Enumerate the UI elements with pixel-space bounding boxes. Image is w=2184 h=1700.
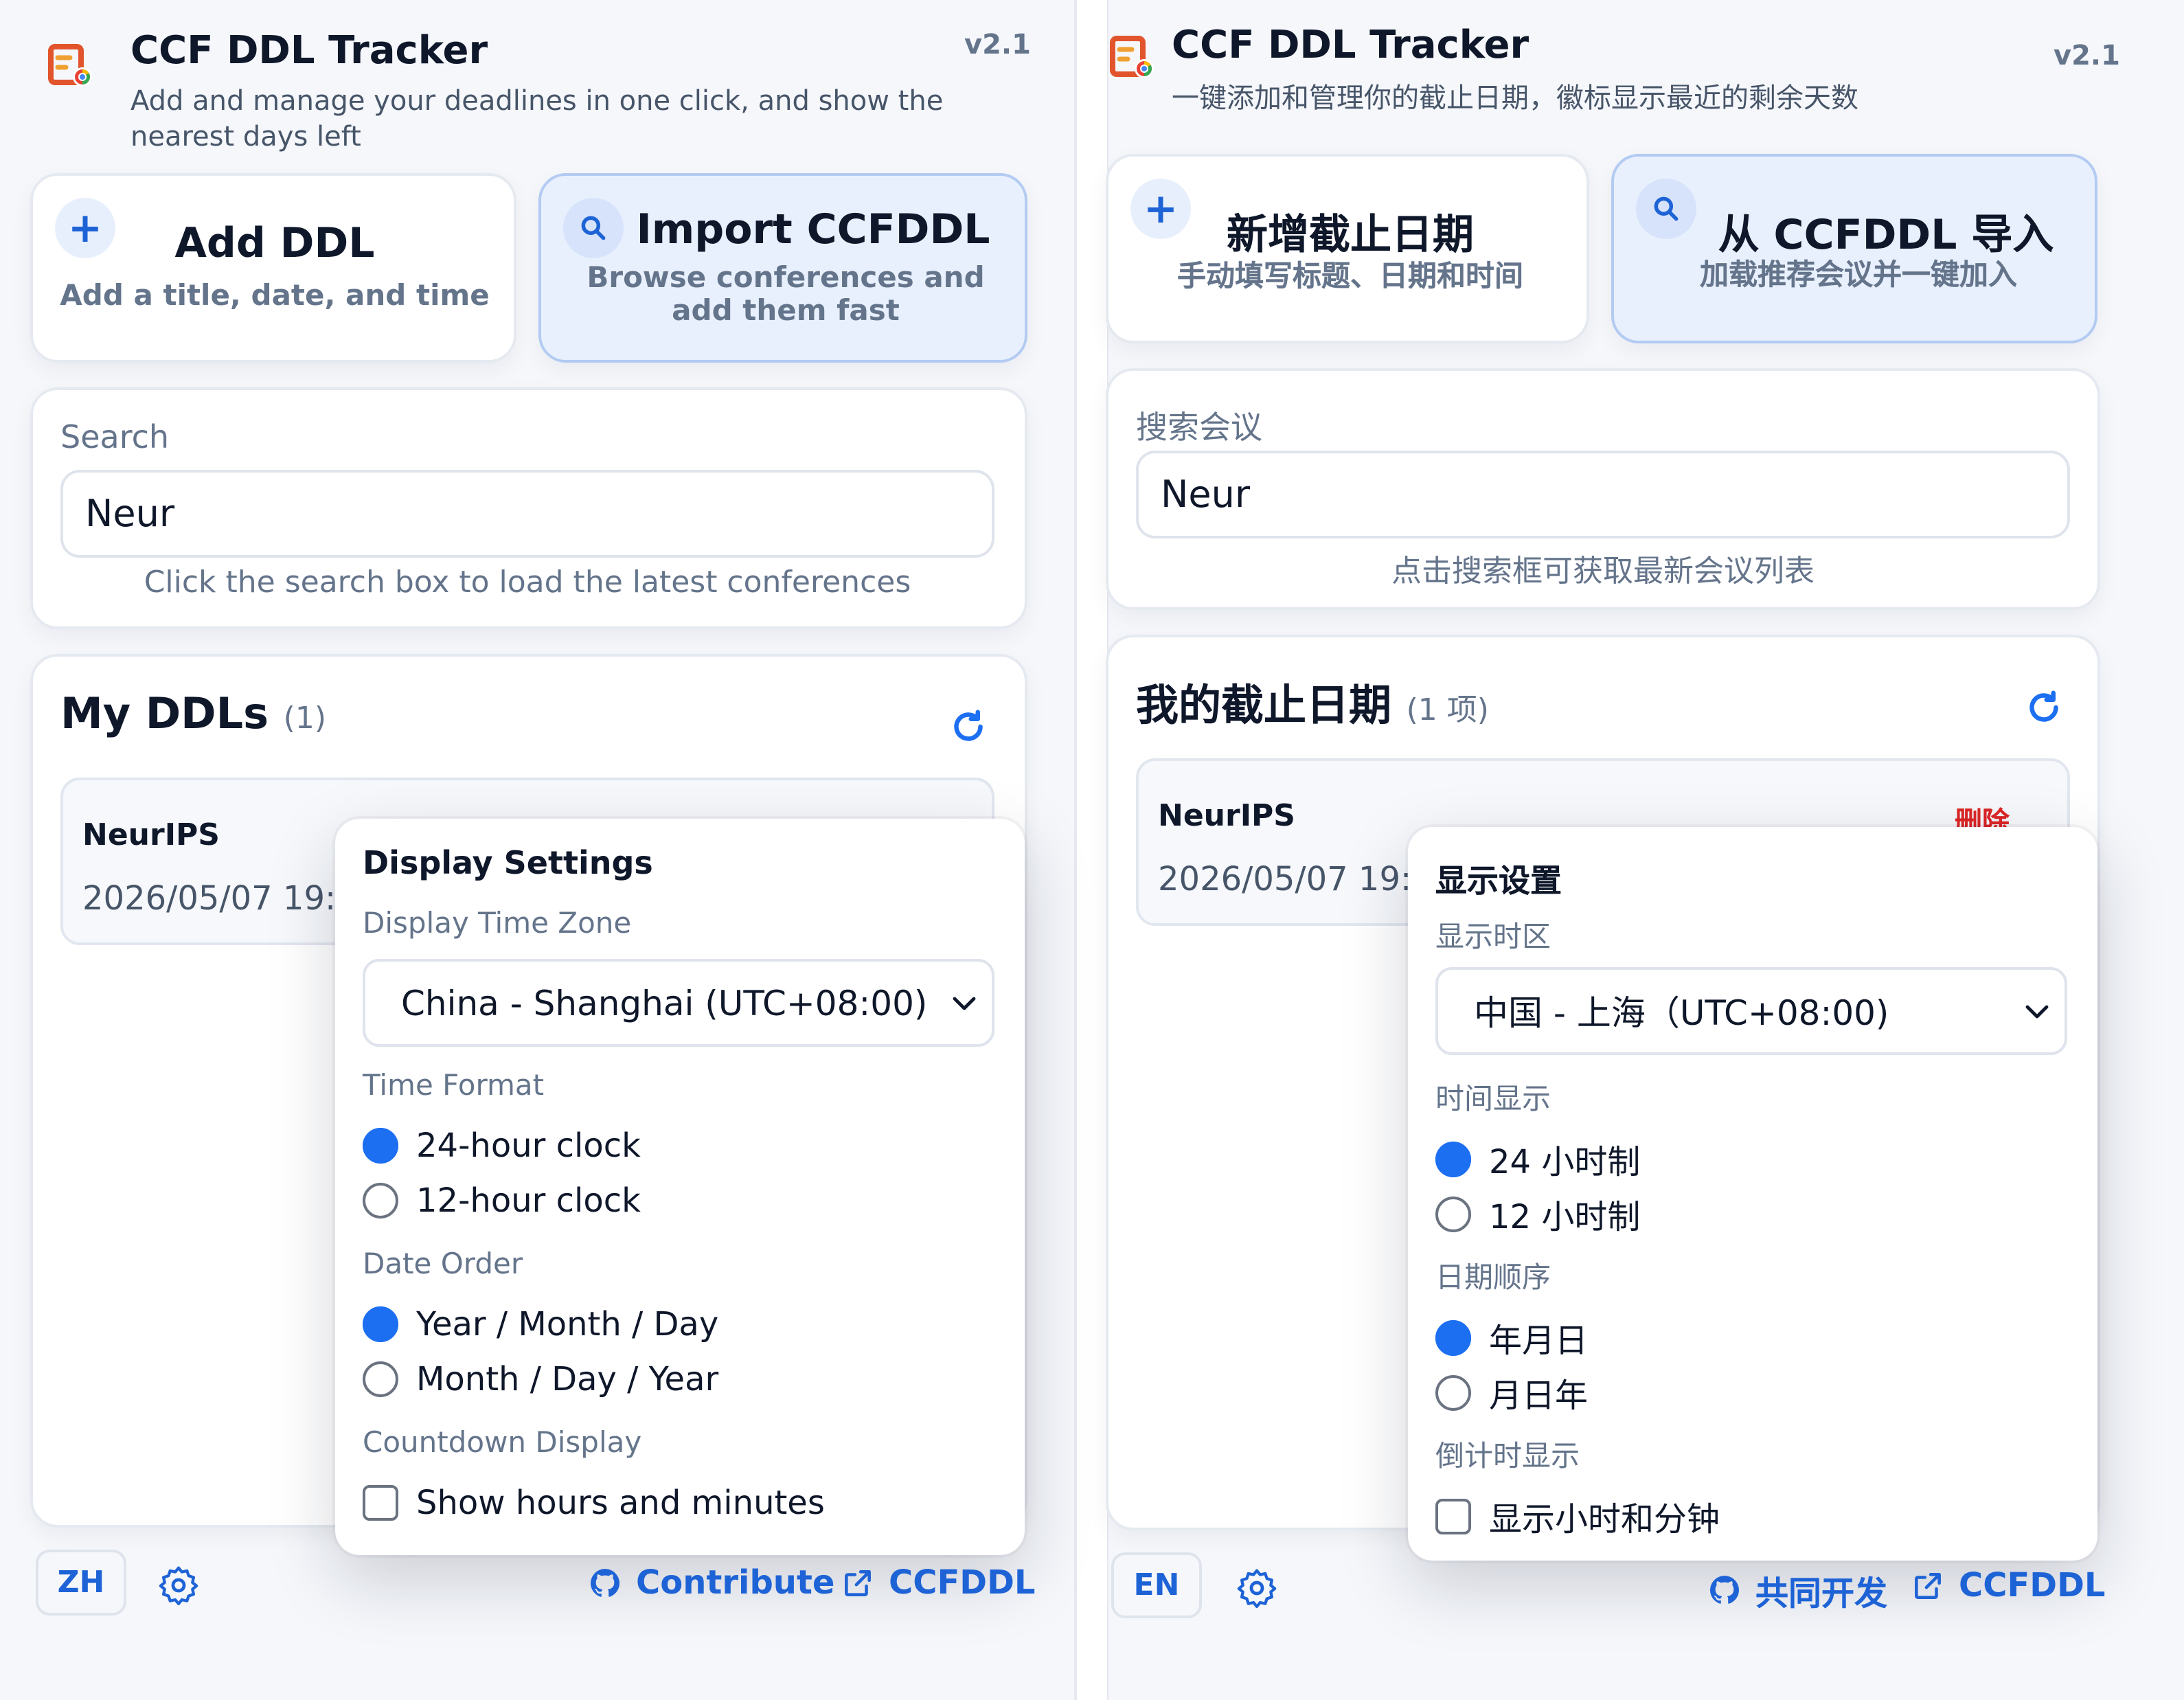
external-link-icon [845, 1569, 871, 1596]
my-ddls-title-text: My DDLs [60, 690, 269, 739]
date-order-ymd-radio[interactable]: Year / Month / Day [363, 1305, 718, 1344]
import-subtitle: Browse conferences and add them fast [587, 261, 985, 327]
time-format-12h-radio[interactable]: 12-hour clock [363, 1181, 641, 1220]
search-input[interactable]: Neur [60, 470, 994, 558]
language-toggle-button[interactable]: ZH [36, 1550, 126, 1616]
search-label: Search [60, 420, 170, 456]
my-ddls-count: (1) [283, 702, 326, 736]
date-order-mdy-radio[interactable]: Month / Day / Year [363, 1360, 718, 1398]
time-format-24h-radio[interactable]: 24-hour clock [363, 1126, 641, 1165]
radio-unselected [363, 1183, 398, 1219]
display-settings-popover: Display Settings Display Time Zone China… [335, 819, 1025, 1555]
refresh-icon[interactable] [948, 706, 989, 747]
app-title: CCF DDL Tracker [130, 27, 488, 73]
display-settings-title: Display Settings [363, 846, 653, 882]
gear-icon[interactable] [157, 1563, 201, 1607]
ccfddl-link[interactable]: CCFDDL [841, 1563, 1036, 1602]
countdown-label: Countdown Display [363, 1426, 642, 1459]
radio-selected [363, 1128, 398, 1164]
app-logo-icon [41, 36, 99, 93]
popup-panel-en: CCF DDL Tracker Add and manage your deadl… [0, 0, 1077, 1700]
app-subtitle: Add and manage your deadlines in one cli… [130, 84, 944, 152]
chevron-down-icon [948, 986, 981, 1019]
github-icon [591, 1568, 619, 1596]
add-ddl-title: Add DDL [174, 220, 375, 268]
my-ddls-title: My DDLs (1) [60, 690, 326, 739]
ddl-item-date: 2026/05/07 19:59 [82, 879, 378, 918]
radio-unselected [363, 1361, 398, 1397]
radio-selected [363, 1306, 398, 1342]
checkbox-unchecked [363, 1485, 398, 1521]
ddl-item-name: NeurIPS [82, 819, 220, 853]
show-hours-minutes-label: Show hours and minutes [416, 1484, 825, 1522]
import-ccfddl-button[interactable]: Import CCFDDL Browse conferences and add… [538, 173, 1027, 363]
ccfddl-label: CCFDDL [889, 1563, 1036, 1602]
show-hours-minutes-checkbox[interactable]: Show hours and minutes [363, 1484, 825, 1522]
time-format-label: Time Format [363, 1069, 545, 1102]
import-title: Import CCFDDL [636, 206, 990, 254]
time-format-12h-label: 12-hour clock [416, 1181, 641, 1220]
search-hint: Click the search box to load the latest … [144, 566, 911, 600]
timezone-value: China - Shanghai (UTC+08:00) [401, 983, 928, 1023]
date-order-mdy-label: Month / Day / Year [416, 1360, 719, 1398]
en-content-layer: CCF DDL Tracker Add and manage your deadl… [0, 0, 1077, 1699]
timezone-label: Display Time Zone [363, 907, 632, 940]
date-order-label: Date Order [363, 1247, 523, 1280]
add-ddl-subtitle: Add a title, date, and time [60, 279, 490, 312]
contribute-link[interactable]: Contribute [588, 1563, 835, 1602]
date-order-ymd-label: Year / Month / Day [416, 1305, 719, 1344]
version-label: v2.1 [964, 27, 1031, 60]
zh-content-layer [1107, 0, 2184, 1700]
time-format-24h-label: 24-hour clock [416, 1126, 641, 1165]
add-ddl-button[interactable]: + Add DDL Add a title, date, and time [30, 173, 516, 363]
timezone-select[interactable]: China - Shanghai (UTC+08:00) [363, 959, 994, 1047]
contribute-label: Contribute [636, 1563, 835, 1602]
search-section: Search Neur Click the search box to load… [30, 387, 1027, 629]
